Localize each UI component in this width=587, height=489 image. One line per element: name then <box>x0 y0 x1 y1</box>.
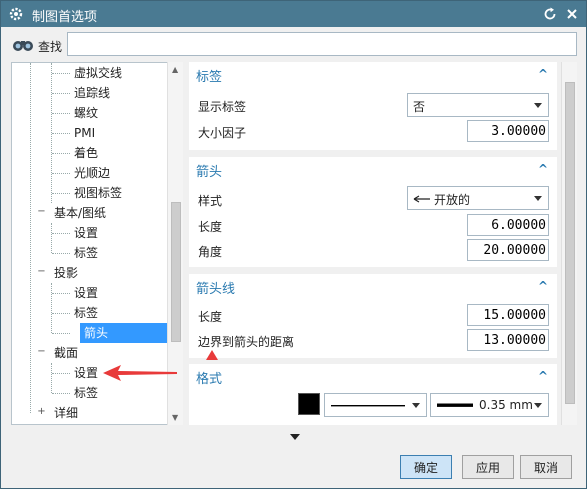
reset-icon[interactable] <box>542 6 558 22</box>
tree-item[interactable]: 光顺边 <box>12 163 172 183</box>
arrow-angle-input[interactable] <box>467 239 549 261</box>
boundary-distance-label: 边界到箭头的距离 <box>198 335 295 349</box>
section-title: 格式 <box>196 372 223 387</box>
tree-item[interactable]: 设置 <box>12 223 172 243</box>
arrow-section: 箭头 ^ 样式 开放的 长度 角度 <box>189 157 557 267</box>
arrow-length-input[interactable] <box>467 214 549 236</box>
ok-button[interactable]: 确定 <box>400 455 452 479</box>
tree-item[interactable]: PMI <box>12 123 172 143</box>
tree-item[interactable]: 虚拟交线 <box>12 63 172 83</box>
label-section: 标签 ^ 显示标签 否 大小因子 <box>189 62 557 150</box>
preferences-dialog: 制图首选项 查找 虚拟交线 追踪线 螺纹 PMI 着色 光顺边 视图标签 − 基… <box>0 0 587 489</box>
tree-group-section[interactable]: − 截面 <box>12 343 172 363</box>
tree-item[interactable]: 设置 <box>12 283 172 303</box>
tree-group-basic-sheet[interactable]: − 基本/图纸 <box>12 203 172 223</box>
collapse-icon[interactable]: − <box>37 207 46 217</box>
section-title: 箭头 <box>196 165 223 180</box>
scroll-thumb[interactable] <box>171 202 181 342</box>
color-swatch[interactable] <box>298 393 320 415</box>
settings-panel: 标签 ^ 显示标签 否 大小因子 箭头 ^ 样式 开放的 长度 角度 <box>189 62 561 425</box>
binoculars-icon <box>13 41 33 51</box>
thick-line-icon <box>437 403 473 407</box>
section-title: 箭头线 <box>196 282 236 297</box>
solid-line-icon <box>331 405 405 407</box>
scroll-down-icon[interactable]: ▼ <box>172 413 178 422</box>
size-factor-input[interactable] <box>467 120 549 142</box>
arrow-style-label: 样式 <box>198 194 223 208</box>
title-bar: 制图首选项 <box>1 1 586 27</box>
apply-button[interactable]: 应用 <box>462 455 514 479</box>
size-factor-label: 大小因子 <box>198 126 247 140</box>
chevron-up-icon[interactable]: ^ <box>538 162 548 176</box>
dropdown-arrow-icon <box>412 403 420 408</box>
tree-item[interactable]: 追踪线 <box>12 83 172 103</box>
open-arrow-icon <box>413 195 430 203</box>
scroll-thumb[interactable] <box>565 82 575 404</box>
format-section: 格式 ^ 0.35 mm <box>189 364 557 425</box>
search-input[interactable] <box>67 32 577 56</box>
arrow-angle-label: 角度 <box>198 245 223 259</box>
chevron-up-icon[interactable]: ^ <box>538 67 548 81</box>
show-label-dropdown[interactable]: 否 <box>407 93 549 117</box>
gear-icon <box>9 7 23 21</box>
more-options-icon[interactable] <box>290 434 300 440</box>
tree-item[interactable]: 标签 <box>12 243 172 263</box>
arrow-style-dropdown[interactable]: 开放的 <box>407 186 549 210</box>
scroll-up-icon[interactable]: ▲ <box>172 65 178 74</box>
tree-group-projection[interactable]: − 投影 <box>12 263 172 283</box>
tree-item-arrow-selected[interactable]: 箭头 <box>12 323 178 343</box>
search-label: 查找 <box>38 40 63 54</box>
cancel-button[interactable]: 取消 <box>520 455 572 479</box>
dropdown-arrow-icon <box>534 196 542 201</box>
tree-item[interactable]: 着色 <box>12 143 172 163</box>
panel-scrollbar[interactable] <box>561 62 577 425</box>
tree-item[interactable]: 标签 <box>12 303 172 323</box>
chevron-up-icon[interactable]: ^ <box>538 369 548 383</box>
tree-item[interactable]: 视图标签 <box>12 183 172 203</box>
line-width-dropdown[interactable]: 0.35 mm <box>430 393 549 417</box>
arrow-line-length-label: 长度 <box>198 310 223 324</box>
close-icon[interactable] <box>564 6 580 22</box>
chevron-up-icon[interactable]: ^ <box>538 279 548 293</box>
tree-group-detail[interactable]: + 详细 <box>12 403 172 423</box>
boundary-distance-input[interactable] <box>467 329 549 351</box>
tree-item[interactable]: 螺纹 <box>12 103 172 123</box>
dropdown-arrow-icon <box>534 103 542 108</box>
expand-icon[interactable]: + <box>37 407 46 417</box>
window-title: 制图首选项 <box>32 10 98 25</box>
arrow-length-label: 长度 <box>198 220 223 234</box>
arrow-line-length-input[interactable] <box>467 304 549 326</box>
line-font-dropdown[interactable] <box>324 393 427 417</box>
show-label-label: 显示标签 <box>198 100 247 114</box>
dropdown-arrow-icon <box>534 403 542 408</box>
arrow-line-section: 箭头线 ^ 长度 边界到箭头的距离 <box>189 274 557 358</box>
tree-item[interactable]: 标签 <box>12 383 172 403</box>
collapse-icon[interactable]: − <box>37 267 46 277</box>
annotation-marker-icon <box>206 350 218 360</box>
collapse-icon[interactable]: − <box>37 347 46 357</box>
annotation-arrow-icon <box>103 365 177 381</box>
section-title: 标签 <box>196 70 223 85</box>
